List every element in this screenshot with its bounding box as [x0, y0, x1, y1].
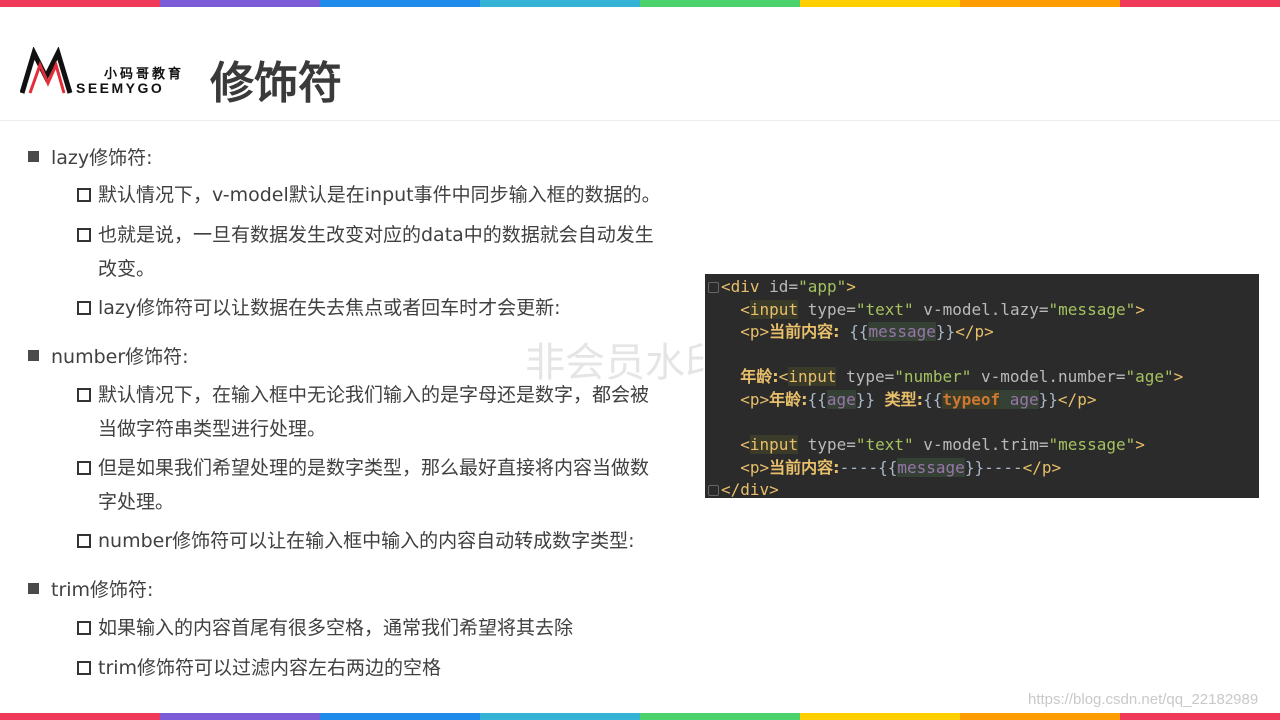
fold-marker-icon [708, 485, 719, 497]
item-text: 但是如果我们希望处理的是数字类型，那么最好直接将内容当做数 [98, 457, 650, 479]
logo: 小码哥教育 SEEMYGO [20, 47, 185, 99]
stripe-segment [640, 713, 800, 720]
section-heading-number: number修饰符: [28, 342, 189, 369]
bottom-color-stripe [0, 713, 1280, 720]
item-text: 默认情况下，v-model默认是在input事件中同步输入框的数据的。 [98, 184, 661, 206]
list-item: 但是如果我们希望处理的是数字类型，那么最好直接将内容当做数 字处理。 [77, 451, 687, 519]
stripe-segment [0, 0, 160, 7]
code-line-5: 年龄:<input type="number" v-model.number="… [740, 367, 1184, 387]
stripe-segment [960, 0, 1120, 7]
list-item: trim修饰符可以过滤内容左右两边的空格 [77, 651, 687, 685]
stripe-segment [160, 713, 320, 720]
item-text-continued: 改变。 [98, 258, 156, 280]
item-text: lazy修饰符可以让数据在失去焦点或者回车时才会更新: [98, 297, 561, 319]
item-text: number修饰符可以让在输入框中输入的内容自动转成数字类型: [98, 530, 635, 552]
code-line-2: <input type="text" v-model.lazy="message… [740, 299, 1145, 319]
section-title: number修饰符: [51, 346, 189, 368]
item-text: trim修饰符可以过滤内容左右两边的空格 [98, 657, 442, 679]
square-bullet-icon [28, 583, 39, 594]
stripe-segment [160, 0, 320, 7]
stripe-segment [1120, 0, 1280, 7]
hollow-square-bullet-icon [77, 461, 91, 475]
square-bullet-icon [28, 350, 39, 361]
stripe-segment [480, 713, 640, 720]
center-watermark: 非会员水印 [525, 340, 725, 386]
stripe-segment [1120, 713, 1280, 720]
logo-text-en: SEEMYGO [76, 80, 165, 96]
code-line-3: <p>当前内容: {{message}}</p> [740, 322, 994, 342]
hollow-square-bullet-icon [77, 534, 91, 548]
stripe-segment [960, 713, 1120, 720]
item-text: 也就是说，一旦有数据发生改变对应的data中的数据就会自动发生 [98, 224, 654, 246]
section-heading-lazy: lazy修饰符: [28, 143, 153, 170]
hollow-square-bullet-icon [77, 228, 91, 242]
code-block: <div id="app"> <input type="text" v-mode… [705, 274, 1259, 499]
code-line-1: <div id="app"> [705, 276, 1259, 299]
list-item: lazy修饰符可以让数据在失去焦点或者回车时才会更新: [77, 291, 687, 325]
stripe-segment [320, 713, 480, 720]
square-bullet-icon [28, 151, 39, 162]
code-line-8: <input type="text" v-model.trim="message… [740, 435, 1145, 455]
list-item: 默认情况下，v-model默认是在input事件中同步输入框的数据的。 [77, 178, 687, 212]
list-item: 如果输入的内容首尾有很多空格，通常我们希望将其去除 [77, 611, 687, 645]
hollow-square-bullet-icon [77, 188, 91, 202]
stripe-segment [0, 713, 160, 720]
header: 小码哥教育 SEEMYGO 修饰符 [0, 7, 1280, 121]
stripe-segment [640, 0, 800, 7]
item-text-continued: 字处理。 [98, 491, 175, 513]
fold-marker-icon [708, 282, 719, 293]
code-line-9: <p>当前内容:----{{message}}----</p> [740, 457, 1062, 477]
code-line-10: </div> [705, 479, 1259, 502]
hollow-square-bullet-icon [77, 388, 91, 402]
stripe-segment [800, 0, 960, 7]
section-title: lazy修饰符: [51, 147, 153, 169]
stripe-segment [320, 0, 480, 7]
stripe-segment [480, 0, 640, 7]
list-item: number修饰符可以让在输入框中输入的内容自动转成数字类型: [77, 524, 687, 558]
list-item: 也就是说，一旦有数据发生改变对应的data中的数据就会自动发生 改变。 [77, 218, 687, 286]
hollow-square-bullet-icon [77, 621, 91, 635]
item-text-continued: 当做字符串类型进行处理。 [98, 418, 327, 440]
item-text: 如果输入的内容首尾有很多空格，通常我们希望将其去除 [98, 617, 574, 639]
stripe-segment [800, 713, 960, 720]
code-line-6: <p>年龄:{{age}} 类型:{{typeof age}}</p> [740, 389, 1097, 409]
page-title: 修饰符 [210, 58, 342, 109]
hollow-square-bullet-icon [77, 661, 91, 675]
list-item: 默认情况下，在输入框中无论我们输入的是字母还是数字，都会被 当做字符串类型进行处… [77, 378, 687, 446]
section-title: trim修饰符: [51, 579, 154, 601]
url-watermark: https://blog.csdn.net/qq_22182989 [1028, 691, 1259, 708]
hollow-square-bullet-icon [77, 301, 91, 315]
section-heading-trim: trim修饰符: [28, 575, 153, 602]
logo-mark-icon [20, 47, 73, 94]
top-color-stripe [0, 0, 1280, 7]
